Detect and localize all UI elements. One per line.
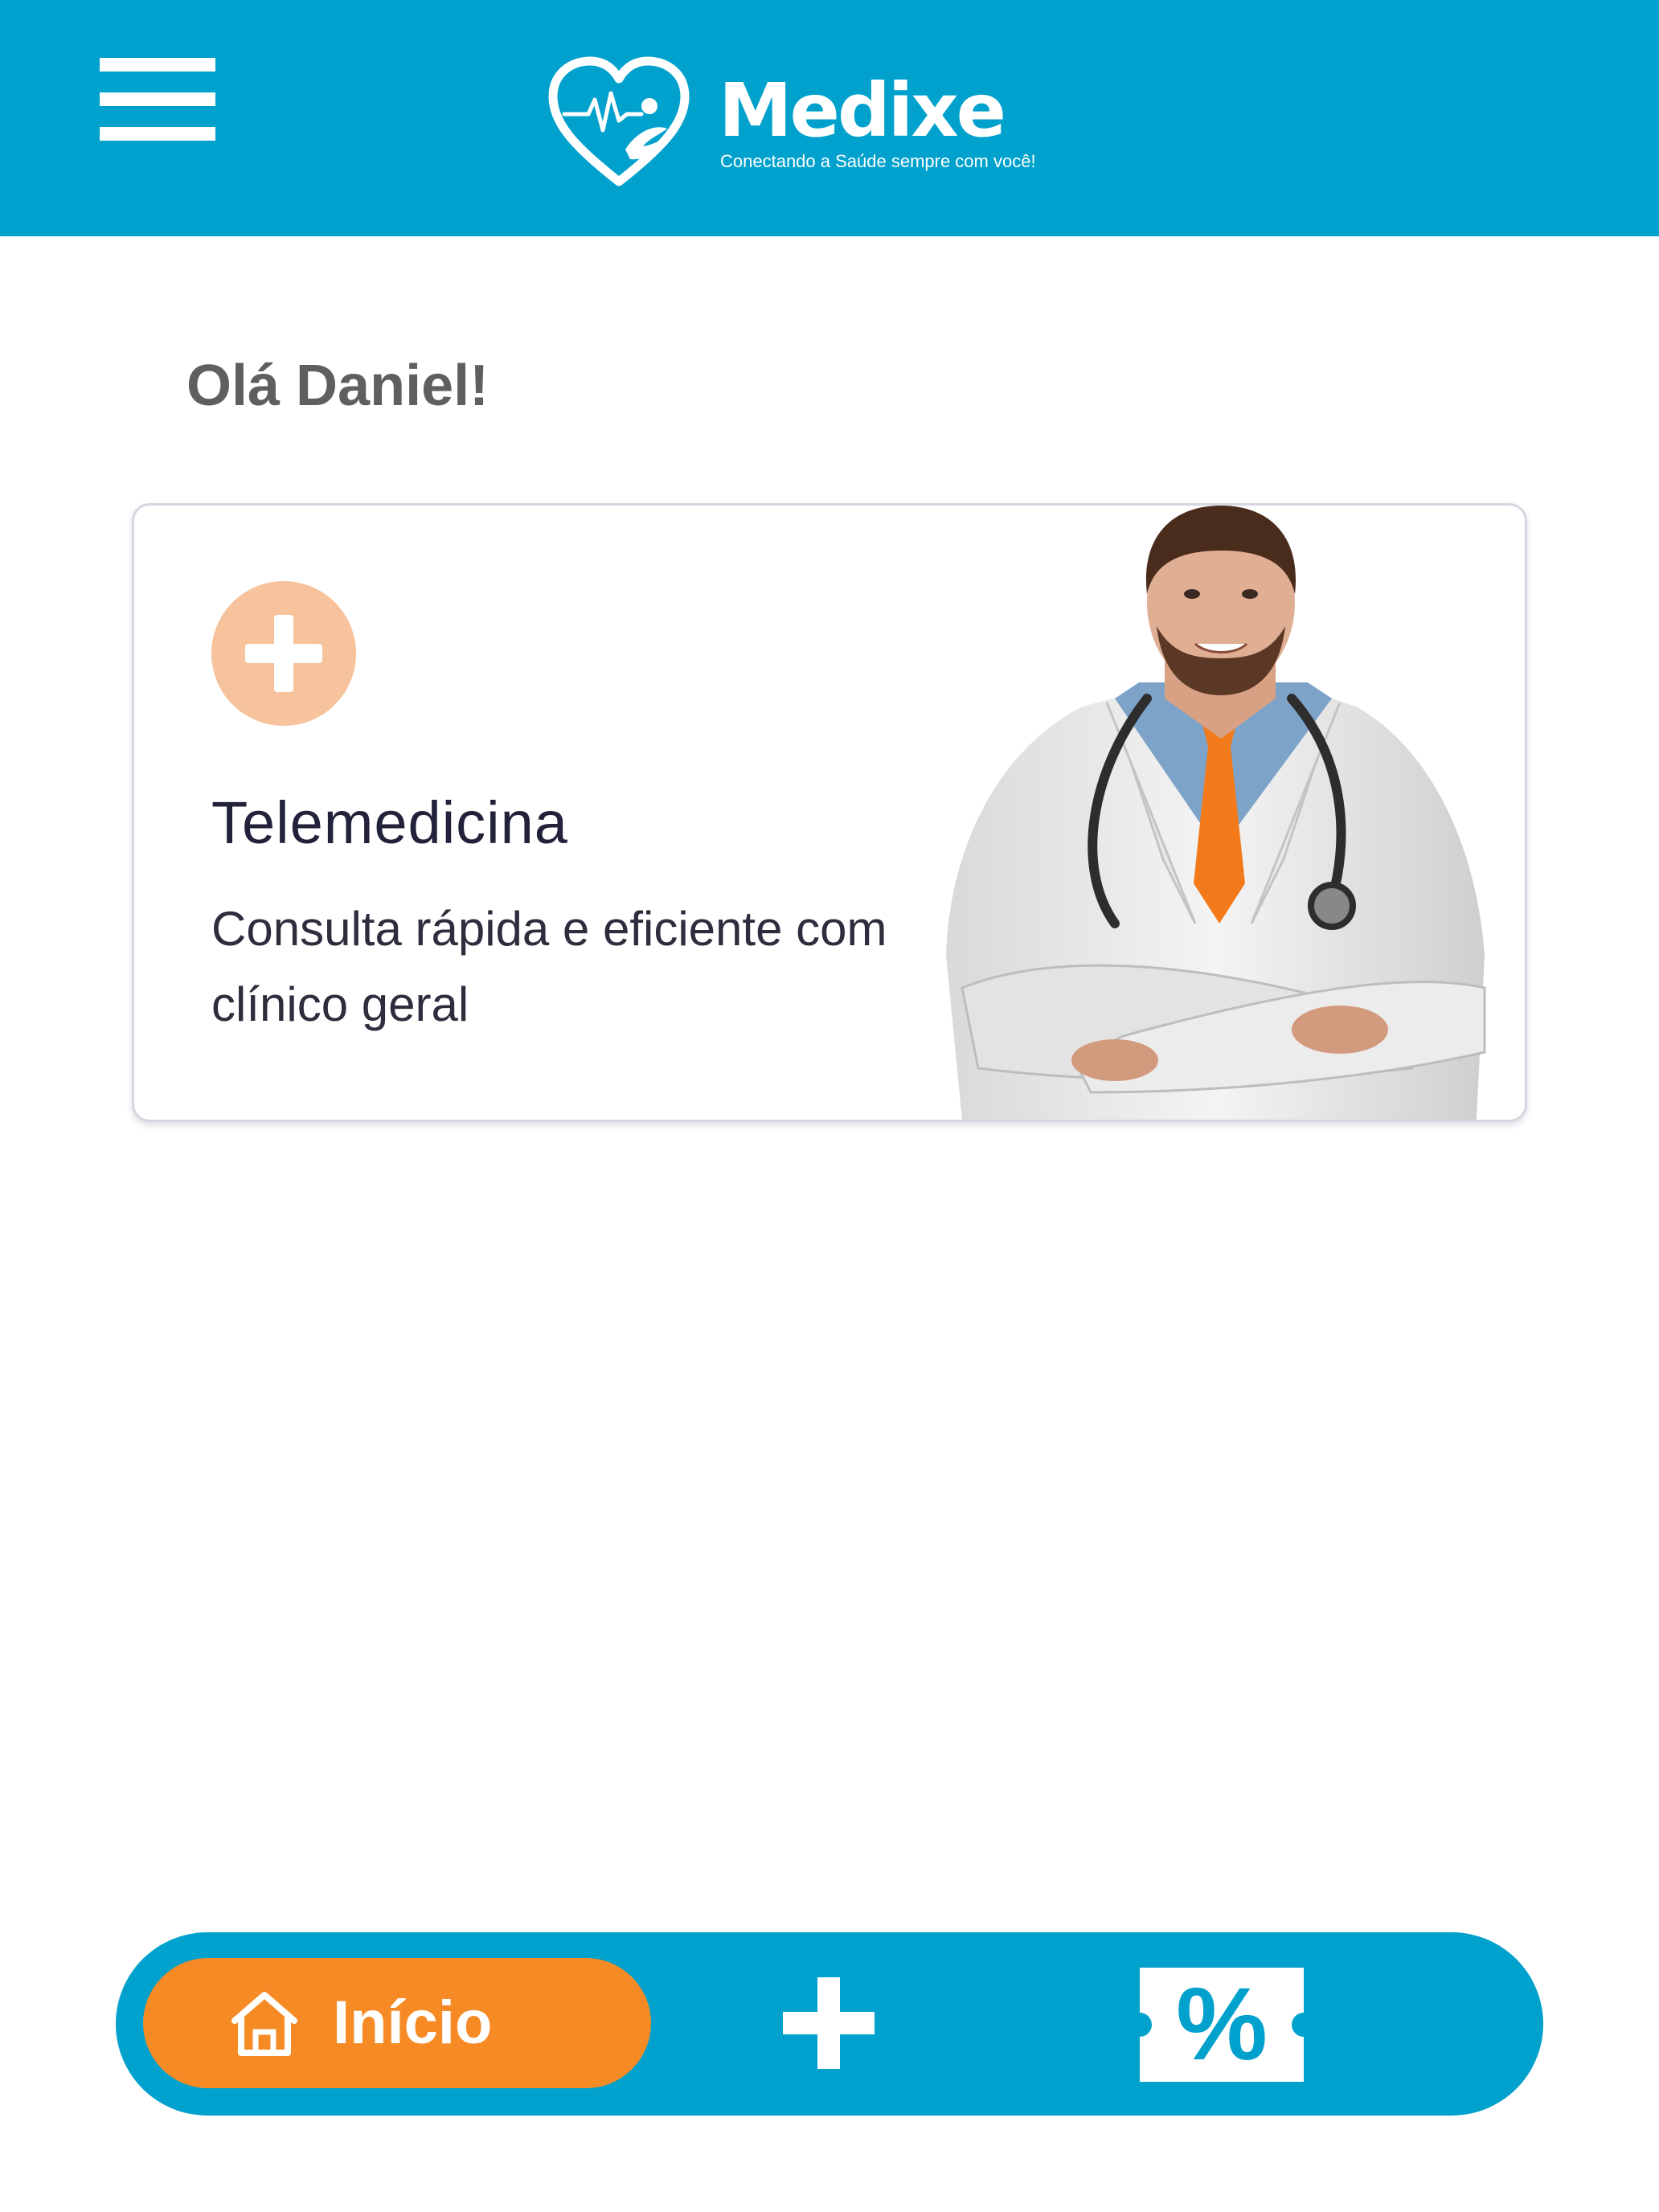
nav-home-label: Início (333, 1989, 493, 2057)
doctor-image (946, 506, 1486, 1120)
bottom-navigation: Início % (116, 1932, 1543, 2116)
greeting-text: Olá Daniel! (186, 354, 490, 418)
nav-home-button[interactable]: Início (143, 1958, 651, 2088)
nav-discount-button[interactable]: % (1140, 1968, 1304, 2082)
logo-tagline: Conectando a Saúde sempre com você! (720, 151, 1036, 171)
telemedicine-card[interactable]: Telemedicina Consulta rápida e eficiente… (132, 503, 1527, 1122)
logo-name: Medixe (719, 68, 1006, 154)
heart-hand-icon (548, 56, 690, 186)
card-subtitle: Consulta rápida e eficiente com clínico … (211, 902, 887, 1031)
home-icon (231, 1992, 297, 2056)
medixe-logo: Medixe Conectando a Saúde sempre com voc… (547, 55, 1045, 191)
menu-bar (100, 92, 215, 106)
app-header: Medixe Conectando a Saúde sempre com voc… (0, 0, 1659, 236)
card-title: Telemedicina (211, 789, 568, 856)
discount-symbol: % (1176, 1967, 1268, 2082)
menu-bar (100, 127, 215, 141)
menu-button[interactable] (96, 56, 219, 143)
plus-circle-icon (211, 581, 356, 726)
menu-bar (100, 58, 215, 72)
plus-icon[interactable] (783, 1977, 875, 2069)
